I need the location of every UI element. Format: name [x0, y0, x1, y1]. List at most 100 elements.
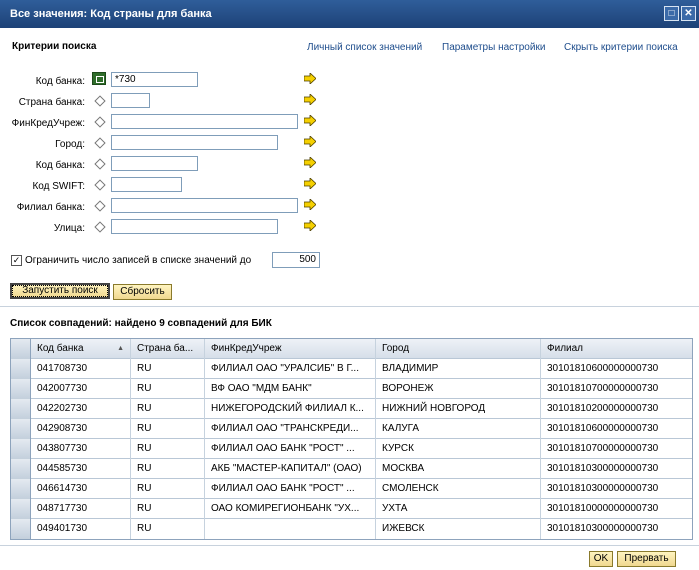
table-row[interactable]: 043807730 RU ФИЛИАЛ ОАО БАНК "РОСТ" ... … — [11, 439, 692, 459]
row-selector[interactable] — [11, 359, 31, 379]
settings-link[interactable]: Параметры настройки — [442, 42, 545, 53]
results-table: Код банка ▲ Страна ба... ФинКредУчреж Гор… — [10, 338, 693, 540]
start-search-button[interactable]: Запустить поиск — [10, 283, 110, 299]
column-header-fin-institution[interactable]: ФинКредУчреж — [205, 339, 376, 359]
criteria-title: Критерии поиска — [12, 41, 97, 52]
row-selector[interactable] — [11, 379, 31, 399]
cell-bank-code: 048717730 — [31, 499, 131, 519]
cell-country: RU — [131, 499, 205, 519]
cell-city: КАЛУГА — [376, 419, 541, 439]
selection-option-icon[interactable] — [94, 221, 106, 233]
cell-branch: 30101810000000000730 — [547, 503, 659, 514]
table-row[interactable]: 042908730 RU ФИЛИАЛ ОАО "ТРАНСКРЕДИ... К… — [11, 419, 692, 439]
cell-branch: 30101810600000000730 — [547, 423, 659, 434]
bank-branch-input[interactable] — [111, 198, 298, 213]
cell-bank-code: 042908730 — [31, 419, 131, 439]
close-icon[interactable]: ✕ — [681, 6, 696, 21]
limit-label: Ограничить число записей в списке значен… — [25, 255, 252, 266]
cell-bank-code: 046614730 — [31, 479, 131, 499]
table-row[interactable]: 044585730 RU АКБ "МАСТЕР-КАПИТАЛ" (ОАО) … — [11, 459, 692, 479]
maximize-icon[interactable]: □ — [664, 6, 679, 21]
select-all-cell[interactable] — [11, 339, 31, 359]
multiple-selection-arrow-icon[interactable] — [304, 199, 316, 210]
table-row[interactable]: 046614730 RU ФИЛИАЛ ОАО БАНК "РОСТ" ... … — [11, 479, 692, 499]
financial-institution-input[interactable] — [111, 114, 298, 129]
bank-code-input[interactable]: *730 — [111, 72, 198, 87]
bank-country-input[interactable] — [111, 93, 150, 108]
field-label: Город: — [55, 139, 85, 150]
table-header: Код банка ▲ Страна ба... ФинКредУчреж Гор… — [11, 339, 692, 359]
row-selector[interactable] — [11, 419, 31, 439]
cell-fin-institution: ФИЛИАЛ ОАО БАНК "РОСТ" ... — [205, 439, 376, 459]
cell-branch: 30101810300000000730 — [547, 483, 659, 494]
cell-branch: 30101810300000000730 — [547, 523, 659, 534]
results-title: Список совпадений: найдено 9 совпадений … — [10, 318, 272, 329]
selection-option-icon[interactable] — [94, 116, 106, 128]
city-input[interactable] — [111, 135, 278, 150]
cell-city: НИЖНИЙ НОВГОРОД — [376, 399, 541, 419]
limit-input[interactable]: 500 — [272, 252, 320, 268]
multiple-selection-arrow-icon[interactable] — [304, 136, 316, 147]
table-row[interactable]: 042007730 RU ВФ ОАО "МДМ БАНК" ВОРОНЕЖ 3… — [11, 379, 692, 399]
ok-button[interactable]: OK — [589, 551, 613, 567]
cell-bank-code: 041708730 — [31, 359, 131, 379]
cell-city: КУРСК — [376, 439, 541, 459]
row-selector[interactable] — [11, 439, 31, 459]
reset-button[interactable]: Сбросить — [113, 284, 172, 300]
table-row[interactable]: 048717730 RU ОАО КОМИРЕГИОНБАНК "УХ... У… — [11, 499, 692, 519]
cell-bank-code: 042202730 — [31, 399, 131, 419]
street-input[interactable] — [111, 219, 278, 234]
selection-option-icon[interactable] — [94, 200, 106, 212]
cell-branch: 30101810300000000730 — [547, 463, 659, 474]
bank-code-2-input[interactable] — [111, 156, 198, 171]
cell-fin-institution: НИЖЕГОРОДСКИЙ ФИЛИАЛ К... — [205, 399, 376, 419]
field-label: Улица: — [53, 223, 85, 234]
cell-country: RU — [131, 459, 205, 479]
cell-country: RU — [131, 479, 205, 499]
cell-bank-code: 044585730 — [31, 459, 131, 479]
sort-ascending-icon[interactable]: ▲ — [117, 339, 124, 359]
multiple-selection-arrow-icon[interactable] — [304, 94, 316, 105]
hide-criteria-link[interactable]: Скрыть критерии поиска — [564, 42, 678, 53]
row-selector[interactable] — [11, 399, 31, 419]
column-header-city[interactable]: Город — [376, 339, 541, 359]
field-label: Филиал банка: — [16, 202, 85, 213]
personal-value-list-link[interactable]: Личный список значений — [307, 42, 422, 53]
column-header-country[interactable]: Страна ба... — [131, 339, 205, 359]
column-header-bank-code[interactable]: Код банка ▲ — [31, 339, 131, 359]
table-row[interactable]: 041708730 RU ФИЛИАЛ ОАО "УРАЛСИБ" В Г...… — [11, 359, 692, 379]
multiple-selection-arrow-icon[interactable] — [304, 220, 316, 231]
swift-code-input[interactable] — [111, 177, 182, 192]
cell-city: ИЖЕВСК — [376, 519, 541, 539]
table-row[interactable]: 049401730 RU ИЖЕВСК 30101810300000000730 — [11, 519, 692, 539]
row-selector[interactable] — [11, 499, 31, 519]
cell-fin-institution: ВФ ОАО "МДМ БАНК" — [205, 379, 376, 399]
selection-option-icon[interactable] — [94, 137, 106, 149]
row-selector[interactable] — [11, 519, 31, 539]
table-row[interactable]: 042202730 RU НИЖЕГОРОДСКИЙ ФИЛИАЛ К... Н… — [11, 399, 692, 419]
cell-branch: 30101810700000000730 — [547, 443, 659, 454]
dialog-titlebar: Все значения: Код страны для банка □ ✕ — [0, 0, 699, 28]
footer-divider — [0, 545, 699, 546]
field-label: Страна банка: — [18, 97, 85, 108]
multiple-selection-arrow-icon[interactable] — [304, 73, 316, 84]
multiple-selection-arrow-icon[interactable] — [304, 178, 316, 189]
selection-option-icon[interactable] — [94, 158, 106, 170]
cell-fin-institution: ОАО КОМИРЕГИОНБАНК "УХ... — [205, 499, 376, 519]
selection-option-icon[interactable] — [94, 95, 106, 107]
field-label: Код банка: — [35, 76, 85, 87]
field-label: ФинКредУчреж: — [11, 118, 85, 129]
row-selector[interactable] — [11, 459, 31, 479]
cell-fin-institution: АКБ "МАСТЕР-КАПИТАЛ" (ОАО) — [205, 459, 376, 479]
cell-country: RU — [131, 399, 205, 419]
row-selector[interactable] — [11, 479, 31, 499]
divider — [0, 306, 699, 307]
cancel-button[interactable]: Прервать — [617, 551, 676, 567]
column-header-branch[interactable]: Филиал — [541, 339, 693, 359]
selection-option-icon[interactable] — [92, 72, 106, 85]
limit-checkbox[interactable]: ✓ — [11, 255, 22, 266]
cell-branch: 30101810600000000730 — [547, 363, 659, 374]
selection-option-icon[interactable] — [94, 179, 106, 191]
multiple-selection-arrow-icon[interactable] — [304, 115, 316, 126]
multiple-selection-arrow-icon[interactable] — [304, 157, 316, 168]
